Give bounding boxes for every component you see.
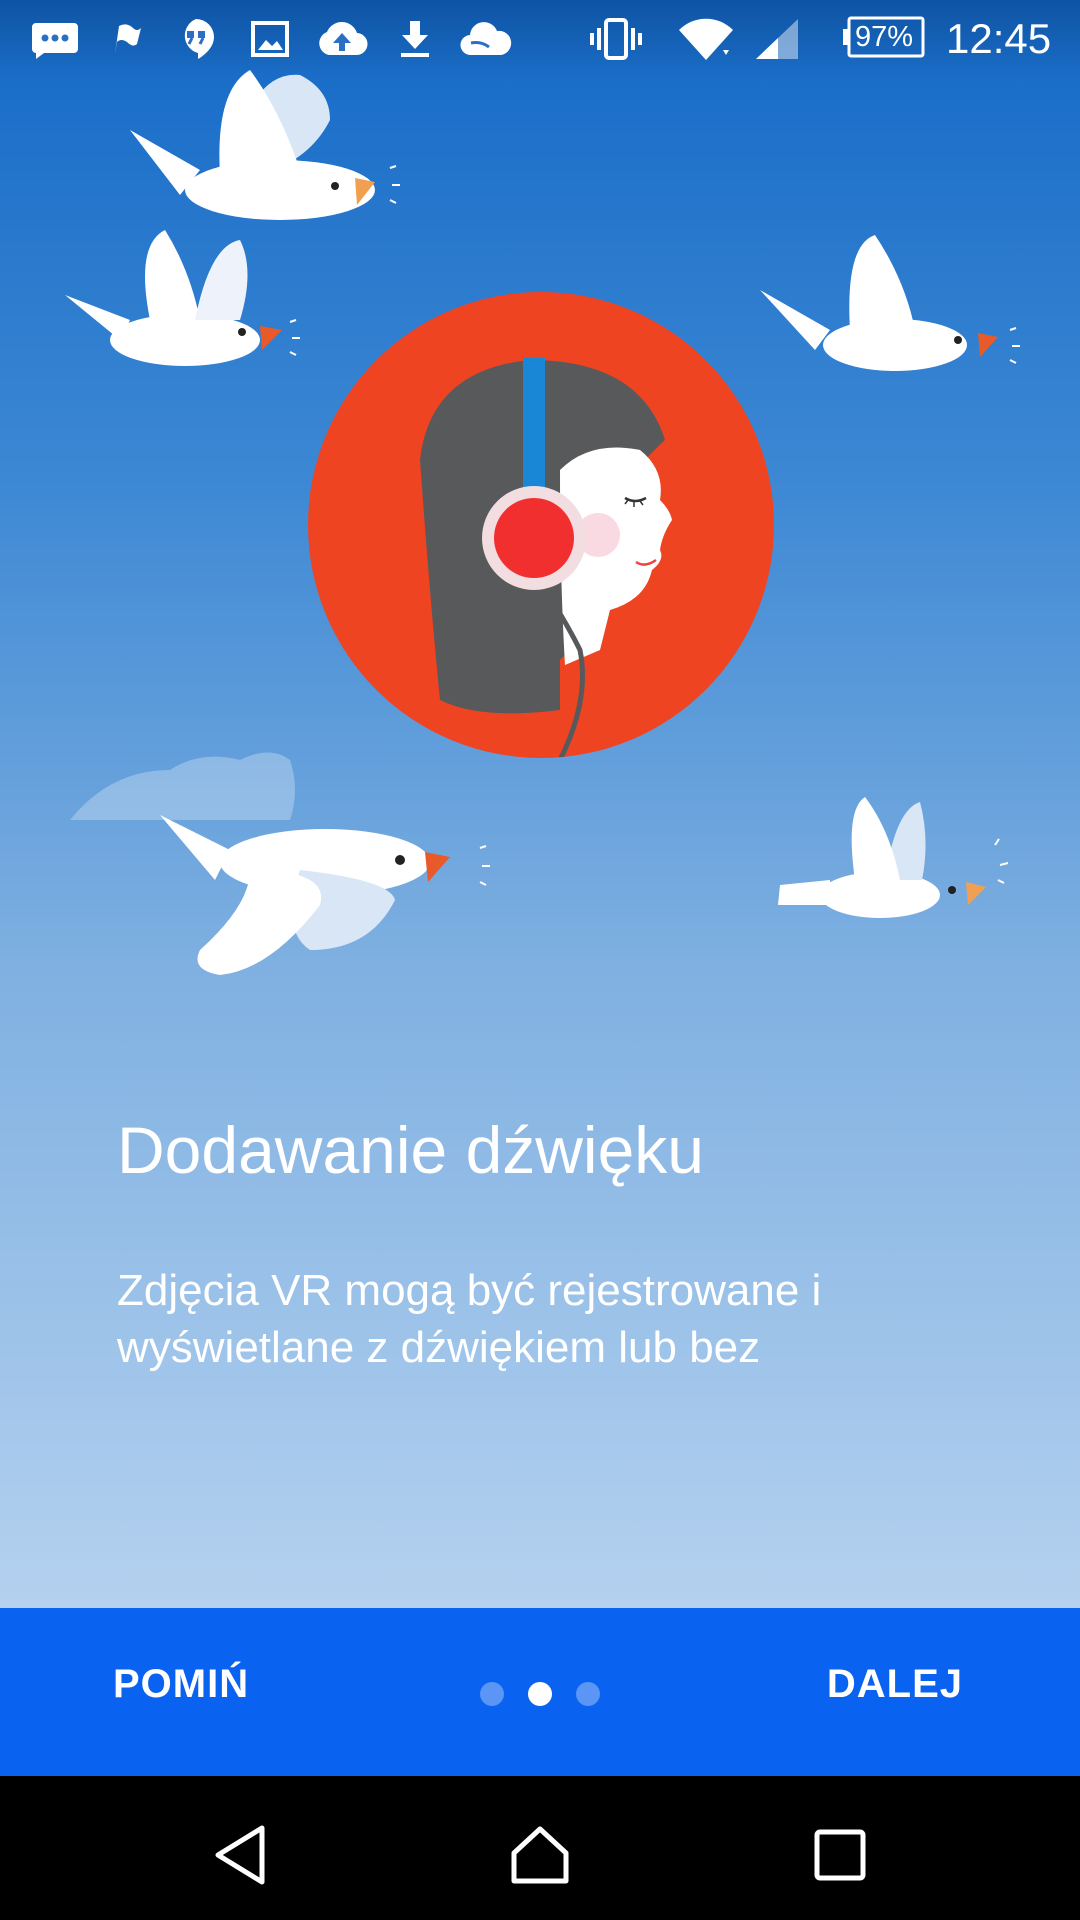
page-indicator-dot — [576, 1682, 600, 1706]
onboarding-illustration — [65, 70, 1020, 975]
screen: 97% 12:45 Dodawanie dźwięku Zdjęcia VR m… — [0, 0, 1080, 1920]
home-icon[interactable] — [495, 1810, 585, 1900]
next-button[interactable]: DALEJ — [827, 1662, 963, 1707]
cloud-upload-icon — [314, 14, 370, 64]
bird-illustration — [65, 230, 300, 366]
back-icon[interactable] — [195, 1810, 285, 1900]
recents-icon[interactable] — [795, 1810, 885, 1900]
flag-icon — [106, 14, 146, 64]
cloud-icon — [458, 14, 514, 64]
page-description: Zdjęcia VR mogą być rejestrowane i wyświ… — [117, 1266, 822, 1372]
cellular-signal-icon — [752, 14, 802, 64]
bird-illustration — [130, 70, 400, 220]
hangouts-icon — [174, 14, 218, 64]
listener-illustration — [308, 292, 774, 758]
clock: 12:45 — [946, 15, 1052, 62]
vibrate-icon — [588, 14, 644, 64]
page-title: Dodawanie dźwięku — [117, 1113, 705, 1187]
skip-button[interactable]: POMIŃ — [113, 1662, 249, 1707]
messaging-icon — [28, 14, 82, 64]
page-indicator-dot-active — [528, 1682, 552, 1706]
page-indicator-dot — [480, 1682, 504, 1706]
download-icon — [396, 14, 434, 64]
battery-percentage: 97% — [854, 21, 914, 53]
cloud-illustration — [70, 752, 295, 820]
bird-illustration — [760, 235, 1020, 371]
bird-illustration — [778, 797, 1009, 918]
onboarding-page: 97% 12:45 Dodawanie dźwięku Zdjęcia VR m… — [0, 0, 1080, 1608]
bird-illustration — [160, 815, 490, 975]
gallery-icon — [248, 14, 292, 64]
wifi-icon — [676, 14, 736, 64]
